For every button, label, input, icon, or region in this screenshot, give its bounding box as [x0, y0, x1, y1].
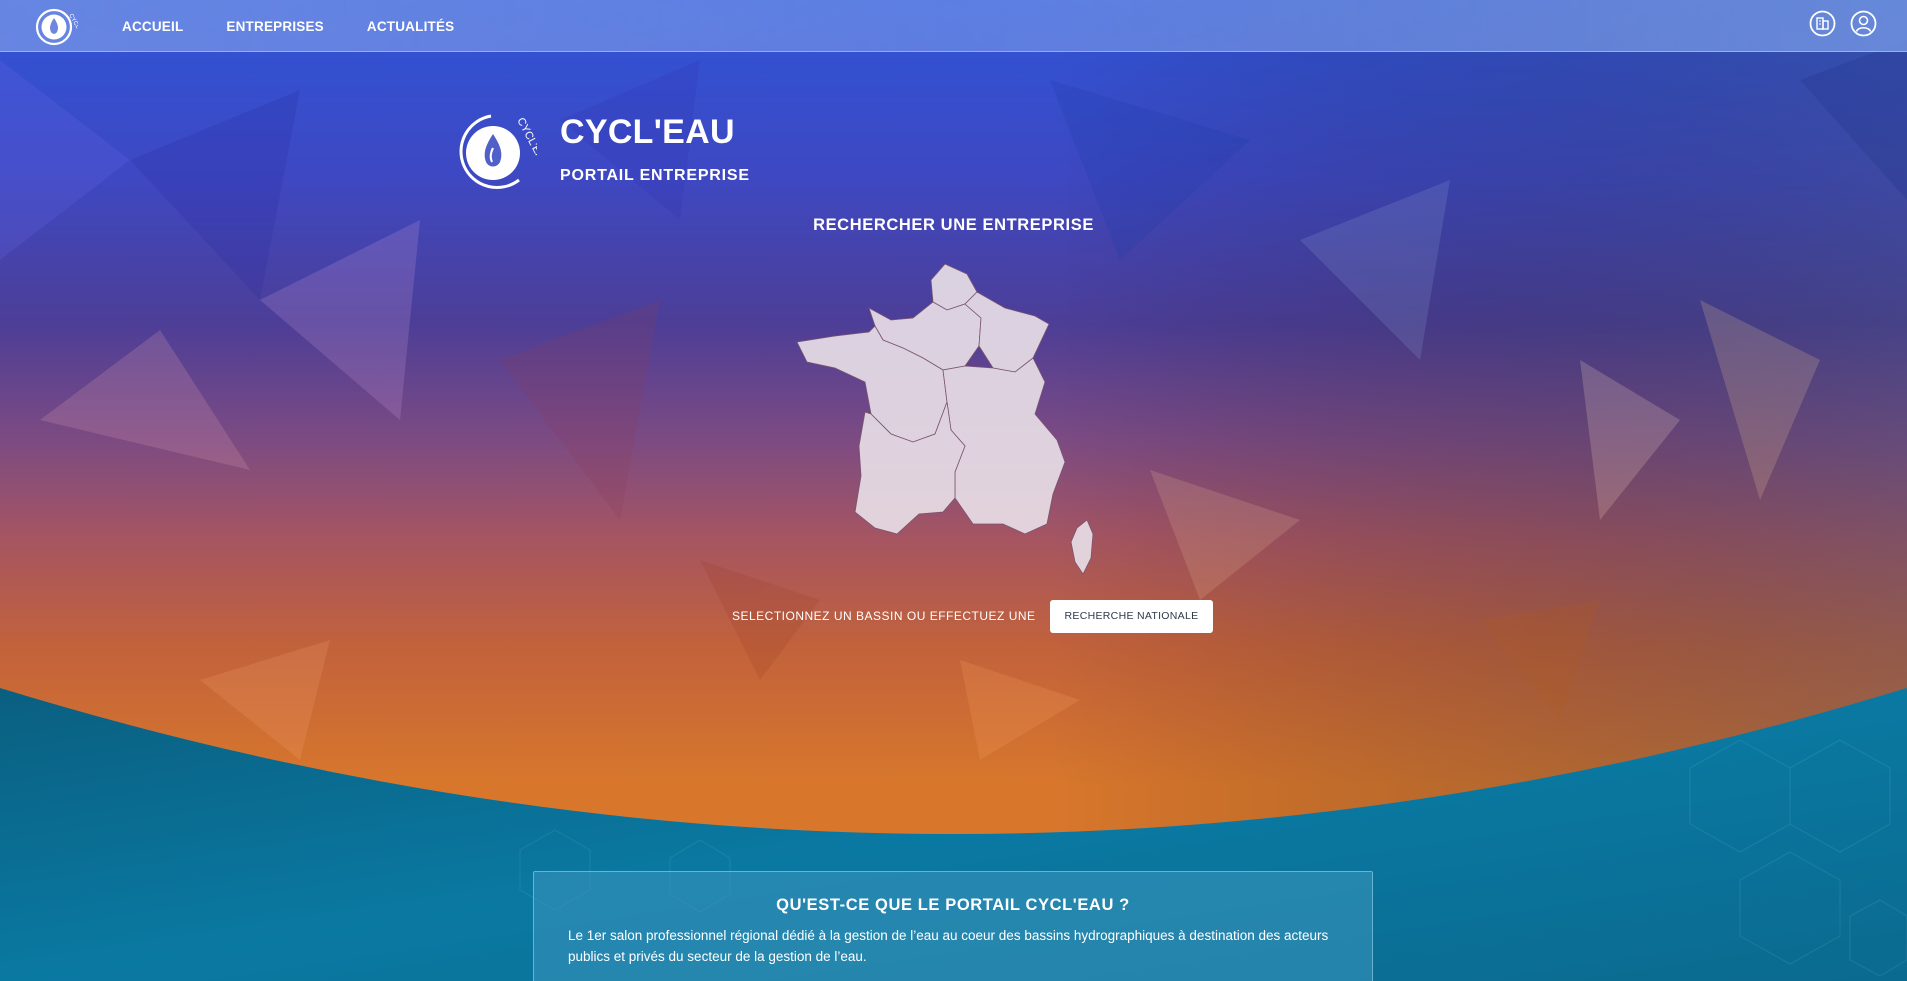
info-title: QU'EST-CE QUE LE PORTAIL CYCL'EAU ?: [776, 896, 1130, 914]
brand-title: CYCL'EAU: [560, 113, 735, 151]
search-select-row: SELECTIONNEZ UN BASSIN OU EFFECTUEZ UNE …: [732, 599, 1214, 633]
nav-links: ACCUEIL ENTREPRISES ACTUALITÉS: [122, 0, 497, 52]
select-basin-text: SELECTIONNEZ UN BASSIN OU EFFECTUEZ UNE: [732, 609, 1036, 623]
top-navbar: CYCL ACCUEIL ENTREPRISES ACTUALITÉS: [0, 0, 1907, 52]
nav-link-entreprises[interactable]: ENTREPRISES: [226, 19, 323, 34]
info-card: QU'EST-CE QUE LE PORTAIL CYCL'EAU ? Le 1…: [533, 871, 1373, 981]
brand-subtitle: PORTAIL ENTREPRISE: [560, 167, 750, 184]
france-basin-map: [796, 263, 1094, 575]
cycleau-logo-icon[interactable]: CYCL: [34, 5, 78, 47]
page: CYCL ACCUEIL ENTREPRISES ACTUALITÉS CYCL…: [0, 0, 1907, 981]
info-text: Le 1er salon professionnel régional dédi…: [568, 928, 1329, 964]
svg-text:CYCL: CYCL: [67, 13, 78, 30]
building-icon[interactable]: [1809, 10, 1836, 37]
basin-corse[interactable]: [1070, 519, 1094, 575]
national-search-button[interactable]: RECHERCHE NATIONALE: [1049, 599, 1214, 633]
brand-logo-icon: CYCL'EAU: [459, 114, 537, 189]
nav-link-actualites[interactable]: ACTUALITÉS: [367, 19, 455, 34]
nav-link-accueil[interactable]: ACCUEIL: [122, 19, 183, 34]
user-icon[interactable]: [1850, 10, 1877, 37]
search-heading: RECHERCHER UNE ENTREPRISE: [813, 216, 1094, 234]
nav-icons: [1809, 10, 1877, 37]
